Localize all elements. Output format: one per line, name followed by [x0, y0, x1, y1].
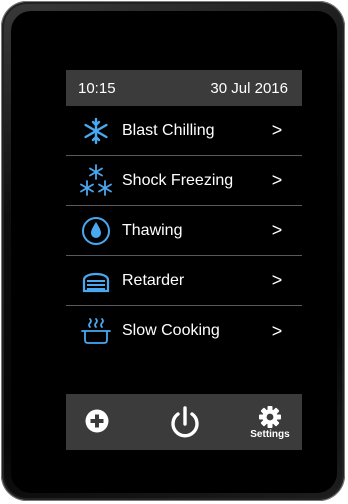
program-menu: Blast Chilling > Shock Freezing > Thawin…	[66, 106, 302, 356]
settings-label: Settings	[250, 429, 290, 440]
settings-button[interactable]: Settings	[242, 400, 298, 446]
chevron-right-icon: >	[271, 220, 283, 240]
cooking-pot-icon	[76, 311, 116, 351]
menu-item-retarder[interactable]: Retarder >	[66, 256, 302, 306]
snowflake-icon	[76, 111, 116, 151]
date-display: 30 Jul 2016	[210, 79, 288, 97]
menu-item-label: Shock Freezing	[122, 171, 234, 189]
water-drop-icon	[76, 211, 116, 251]
chevron-right-icon: >	[271, 320, 283, 341]
touch-screen: 10:15 30 Jul 2016 Blast Chilling > Shock…	[66, 70, 302, 456]
chevron-right-icon: >	[271, 120, 283, 140]
menu-item-label: Retarder	[122, 271, 185, 289]
bread-loaf-icon	[76, 261, 116, 301]
bottom-toolbar: Settings	[66, 394, 302, 450]
plus-circle-icon	[85, 409, 109, 433]
chevron-right-icon: >	[271, 170, 283, 190]
menu-item-thawing[interactable]: Thawing >	[66, 206, 302, 256]
status-bar: 10:15 30 Jul 2016	[66, 70, 302, 106]
snowflakes-icon	[76, 161, 116, 201]
add-button[interactable]	[80, 404, 114, 438]
menu-item-slow-cooking[interactable]: Slow Cooking >	[66, 306, 302, 356]
power-button[interactable]	[165, 402, 205, 444]
time-display: 10:15	[78, 79, 116, 97]
menu-item-shock-freezing[interactable]: Shock Freezing >	[66, 156, 302, 206]
gear-icon	[259, 406, 281, 428]
chevron-right-icon: >	[271, 270, 283, 290]
menu-item-label: Slow Cooking	[122, 322, 220, 339]
menu-item-blast-chilling[interactable]: Blast Chilling >	[66, 106, 302, 156]
menu-item-label: Blast Chilling	[122, 121, 215, 139]
menu-item-label: Thawing	[122, 221, 183, 239]
power-icon	[171, 406, 199, 438]
